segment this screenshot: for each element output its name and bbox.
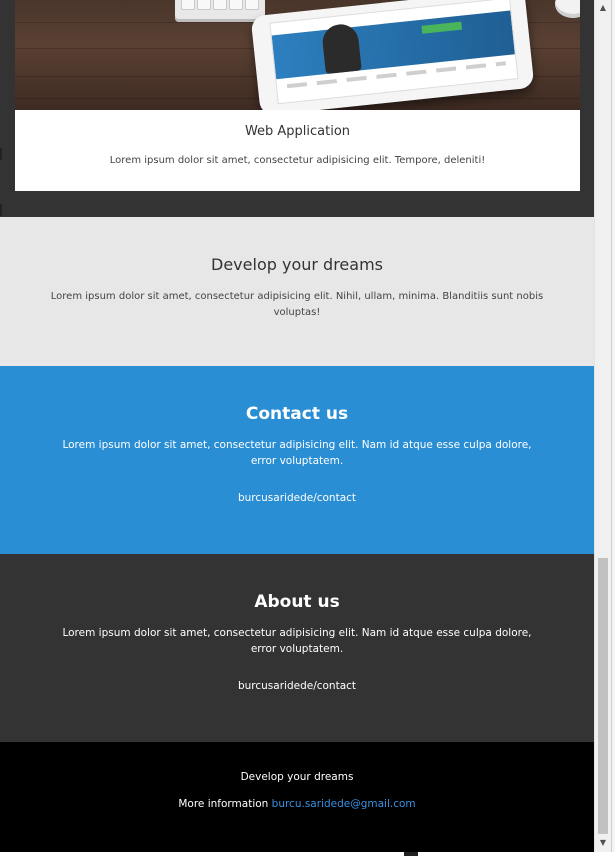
portfolio-card[interactable]: Web Application Lorem ipsum dolor sit am… — [15, 0, 580, 191]
portfolio-description: Lorem ipsum dolor sit amet, consectetur … — [109, 155, 486, 166]
portfolio-section: Web Application Lorem ipsum dolor sit am… — [0, 0, 594, 217]
about-description: Lorem ipsum dolor sit amet, consectetur … — [62, 627, 532, 655]
vertical-scrollbar[interactable]: ▲ ▼ — [594, 0, 612, 852]
footer-tagline: Develop your dreams — [240, 771, 354, 783]
tablet-graphic — [250, 0, 535, 110]
footer: Develop your dreams More information bur… — [0, 742, 594, 852]
taskbar-mark — [404, 852, 418, 856]
page: Web Application Lorem ipsum dolor sit am… — [0, 0, 594, 852]
scroll-down-arrow-icon[interactable]: ▼ — [598, 838, 608, 848]
browser-viewport: Web Application Lorem ipsum dolor sit am… — [0, 0, 615, 856]
mouse-graphic — [555, 0, 580, 18]
about-title: About us — [254, 592, 340, 612]
about-link[interactable]: burcusaridede/contact — [0, 680, 594, 692]
footer-email-link[interactable]: burcu.saridede@gmail.com — [272, 798, 416, 810]
dreams-title: Develop your dreams — [211, 255, 383, 274]
contact-title: Contact us — [245, 404, 349, 424]
dreams-section: Develop your dreams Lorem ipsum dolor si… — [0, 217, 594, 366]
window-border — [611, 0, 615, 856]
tablet-screen — [269, 0, 519, 105]
about-section: About us Lorem ipsum dolor sit amet, con… — [0, 554, 594, 742]
footer-info-label: More information — [178, 798, 269, 810]
portfolio-image — [15, 0, 580, 110]
edge-mark — [0, 204, 2, 216]
keyboard-graphic — [175, 0, 265, 22]
contact-description: Lorem ipsum dolor sit amet, consectetur … — [62, 439, 532, 467]
edge-mark — [0, 148, 2, 160]
contact-section: Contact us Lorem ipsum dolor sit amet, c… — [0, 366, 594, 554]
portfolio-title: Web Application — [244, 124, 351, 139]
footer-info: More information burcu.saridede@gmail.co… — [0, 798, 594, 810]
contact-link[interactable]: burcusaridede/contact — [0, 492, 594, 504]
dreams-description: Lorem ipsum dolor sit amet, consectetur … — [50, 291, 544, 318]
window-bottom-border — [0, 852, 615, 856]
scroll-thumb[interactable] — [598, 558, 608, 834]
scroll-up-arrow-icon[interactable]: ▲ — [598, 3, 608, 13]
